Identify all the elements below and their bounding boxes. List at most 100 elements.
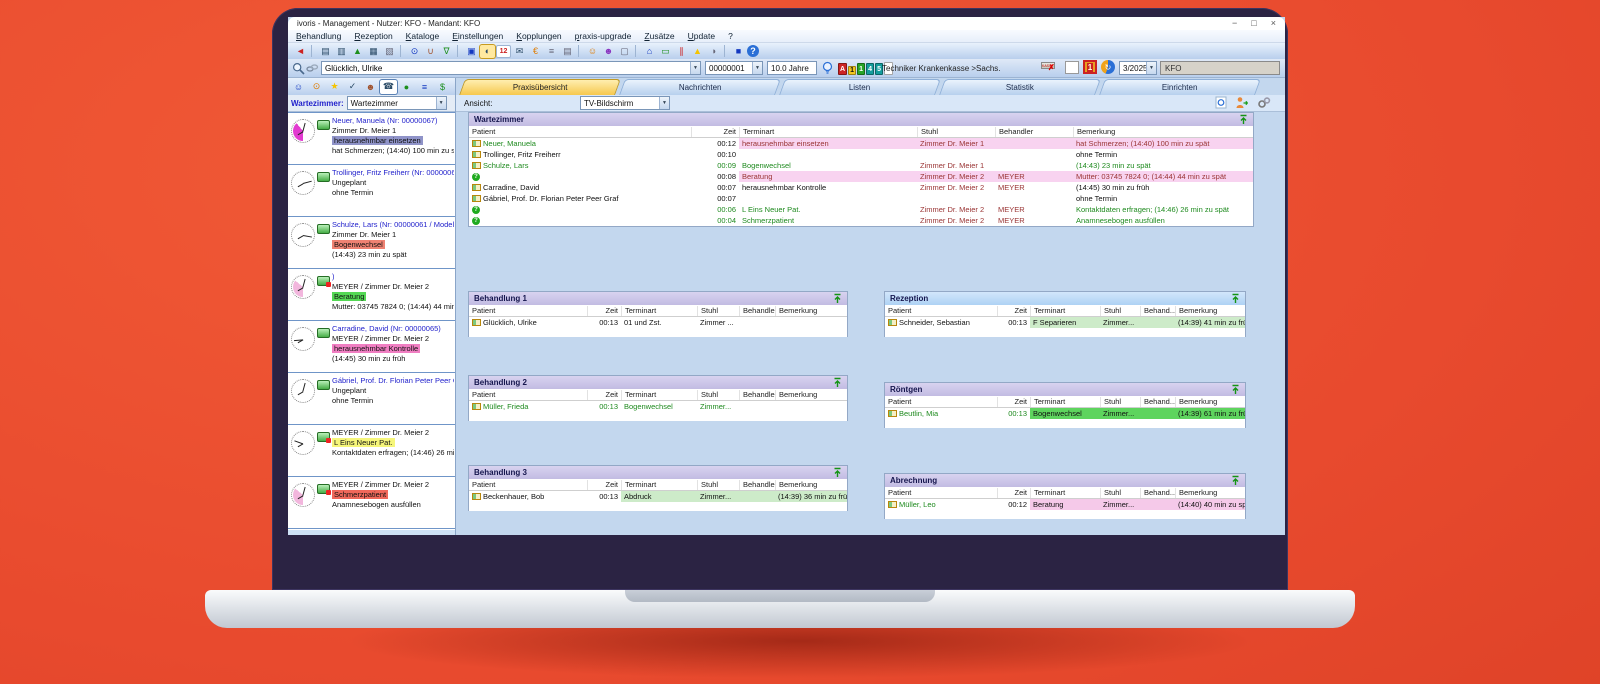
wait-time-tab-icon[interactable]: ⊙ (308, 80, 325, 94)
expand-icon[interactable] (1231, 384, 1240, 395)
planner-icon[interactable]: ▦ (366, 45, 381, 58)
chevron-down-icon[interactable]: ▼ (436, 97, 446, 109)
planner-print-icon[interactable]: ▧ (382, 45, 397, 58)
flag-4-icon[interactable]: 4 (866, 63, 874, 75)
table-row[interactable]: Glücklich, Ulrike 00:13 01 und Zst. Zimm… (469, 317, 847, 328)
phone-tab-icon[interactable]: ☎ (380, 80, 397, 94)
sync-icon[interactable]: ↻ (1101, 60, 1115, 74)
warning-icon[interactable]: ▲ (690, 45, 705, 58)
flag-1-yellow-icon[interactable]: 1 (848, 66, 856, 75)
minimize-button[interactable]: − (1232, 19, 1237, 28)
list-item[interactable]: MEYER / Zimmer Dr. Meier 2 Schmerzpatien… (288, 477, 455, 529)
idea-lamp-icon[interactable] (821, 61, 834, 77)
table-row[interactable]: Beutlin, Mia 00:13 Bogenwechsel Zimmer..… (885, 408, 1245, 419)
save-icon[interactable]: ■ (731, 45, 746, 58)
menu-rezeption[interactable]: Rezeption (354, 31, 392, 41)
link-icon[interactable] (306, 63, 319, 76)
menu-update[interactable]: Update (688, 31, 715, 41)
tab-nachrichten[interactable]: Nachrichten (619, 79, 781, 95)
refresh-page-icon[interactable] (1215, 96, 1227, 111)
payments-tab-icon[interactable]: $ (434, 80, 451, 94)
statistics-tab-icon[interactable]: ≡ (416, 80, 433, 94)
form-icon[interactable]: ▭ (658, 45, 673, 58)
blank-button[interactable] (1065, 61, 1079, 74)
pens-icon[interactable]: ∥ (674, 45, 689, 58)
table-row[interactable]: Gábriel, Prof. Dr. Florian Peter Peer Gr… (469, 193, 1253, 204)
table-row[interactable]: Müller, Leo 00:12 Beratung Zimmer... (14… (885, 499, 1245, 510)
search-icon[interactable] (292, 62, 305, 77)
tasks-tab-icon[interactable]: ✓ (344, 80, 361, 94)
help-icon[interactable]: ? (747, 45, 759, 57)
invoice-stack-icon[interactable]: 1 (1083, 60, 1097, 74)
expand-icon[interactable] (833, 377, 842, 388)
tab-statistik[interactable]: Statistik (939, 79, 1101, 95)
chevron-down-icon[interactable]: ▼ (752, 62, 762, 74)
expand-icon[interactable] (833, 467, 842, 478)
patient-search-icon[interactable]: ⊙ (407, 45, 422, 58)
table-row[interactable]: Neuer, Manuela 00:12 herausnehmbar einse… (469, 138, 1253, 149)
list-item[interactable]: Trollinger, Fritz Freiherr (Nr: 00000066… (288, 165, 455, 217)
calendar-icon[interactable]: 12 (496, 45, 511, 58)
staff-tab-icon[interactable]: ☻ (362, 80, 379, 94)
waiting-clock-icon[interactable]: ◐ (480, 45, 495, 58)
expand-icon[interactable] (1231, 475, 1240, 486)
euro-icon[interactable]: € (528, 45, 543, 58)
mail-icon[interactable]: ✉ (512, 45, 527, 58)
table-row[interactable]: Carradine, David 00:07 herausnehmbar Kon… (469, 182, 1253, 193)
globe-tab-icon[interactable]: ● (398, 80, 415, 94)
tab-einrichten[interactable]: Einrichten (1099, 79, 1261, 95)
flag-1-green-icon[interactable]: 1 (857, 63, 865, 75)
table-row[interactable]: ? 00:04 Schmerzpatient Zimmer Dr. Meier … (469, 215, 1253, 226)
favorites-tab-icon[interactable]: ★ (326, 80, 343, 94)
menu-kataloge[interactable]: Kataloge (406, 31, 440, 41)
chevron-down-icon[interactable]: ▼ (659, 97, 669, 109)
menu-help[interactable]: ? (728, 31, 733, 41)
flag-a-icon[interactable]: A (838, 63, 847, 75)
expand-icon[interactable] (1231, 293, 1240, 304)
list-item[interactable]: Carradine, David (Nr: 00000065) MEYER / … (288, 321, 455, 373)
expand-icon[interactable] (833, 293, 842, 304)
list-item[interactable]: Gábriel, Prof. Dr. Florian Peter Peer Gr… (288, 373, 455, 425)
list-item[interactable]: ) MEYER / Zimmer Dr. Meier 2 Beratung Mu… (288, 269, 455, 321)
settings-gears-icon[interactable] (1257, 96, 1271, 111)
printer-icon[interactable]: ▢ (617, 45, 632, 58)
chevron-down-icon[interactable]: ▼ (690, 62, 700, 74)
tab-listen[interactable]: Listen (779, 79, 941, 95)
chair-new-icon[interactable]: ▲ (350, 45, 365, 58)
table-row[interactable]: Schneider, Sebastian 00:13 F Separieren … (885, 317, 1245, 328)
patient-tab-icon[interactable]: ☺ (290, 80, 307, 94)
kasse-icon[interactable]: KASSE✗ (1041, 62, 1055, 69)
journal-icon[interactable]: ≡ (544, 45, 559, 58)
menu-praxis-upgrade[interactable]: praxis-upgrade (575, 31, 632, 41)
lab-icon[interactable]: ∇ (439, 45, 454, 58)
menu-kopplungen[interactable]: Kopplungen (516, 31, 561, 41)
card-file-icon[interactable]: ▤ (560, 45, 575, 58)
exit-icon[interactable]: ◄ (293, 45, 308, 58)
tab-praxisuebersicht[interactable]: Praxisübersicht (459, 79, 621, 95)
menu-zusaetze[interactable]: Zusätze (644, 31, 674, 41)
menu-einstellungen[interactable]: Einstellungen (452, 31, 503, 41)
patient-number-combo[interactable]: 00000001 ▼ (705, 61, 763, 75)
list-item[interactable]: Neuer, Manuela (Nr: 00000067) Zimmer Dr.… (288, 113, 455, 165)
list-item[interactable]: MEYER / Zimmer Dr. Meier 2 L Eins Neuer … (288, 425, 455, 477)
chevron-down-icon[interactable]: ▼ (1146, 62, 1156, 74)
room-select[interactable]: Wartezimmer ▼ (347, 96, 447, 110)
chair-swap-icon[interactable]: ▥ (334, 45, 349, 58)
patient-transfer-icon[interactable] (1235, 96, 1249, 111)
table-row[interactable]: ? 00:06 L Eins Neuer Pat. Zimmer Dr. Mei… (469, 204, 1253, 215)
table-row[interactable]: Trollinger, Fritz Freiherr 00:10 ohne Te… (469, 149, 1253, 160)
patient-search-input[interactable] (322, 64, 690, 73)
report-clock-icon[interactable]: ◑ (706, 45, 721, 58)
remote-icon[interactable]: ⌂ (642, 45, 657, 58)
archive-box-icon[interactable]: ▣ (464, 45, 479, 58)
chair-day-icon[interactable]: ▤ (318, 45, 333, 58)
menu-behandlung[interactable]: Behandlung (296, 31, 341, 41)
expand-icon[interactable] (1239, 114, 1248, 125)
team-icon[interactable]: ☻ (601, 45, 616, 58)
maximize-button[interactable]: □ (1251, 19, 1256, 28)
table-row[interactable]: Schulze, Lars 00:09 Bogenwechsel Zimmer … (469, 160, 1253, 171)
jaw-model-icon[interactable]: ∪ (423, 45, 438, 58)
table-row[interactable]: ? 00:08 Beratung Zimmer Dr. Meier 2 MEYE… (469, 171, 1253, 182)
table-row[interactable]: Beckenhauer, Bob 00:13 Abdruck Zimmer...… (469, 491, 847, 502)
table-row[interactable]: Müller, Frieda 00:13 Bogenwechsel Zimmer… (469, 401, 847, 412)
